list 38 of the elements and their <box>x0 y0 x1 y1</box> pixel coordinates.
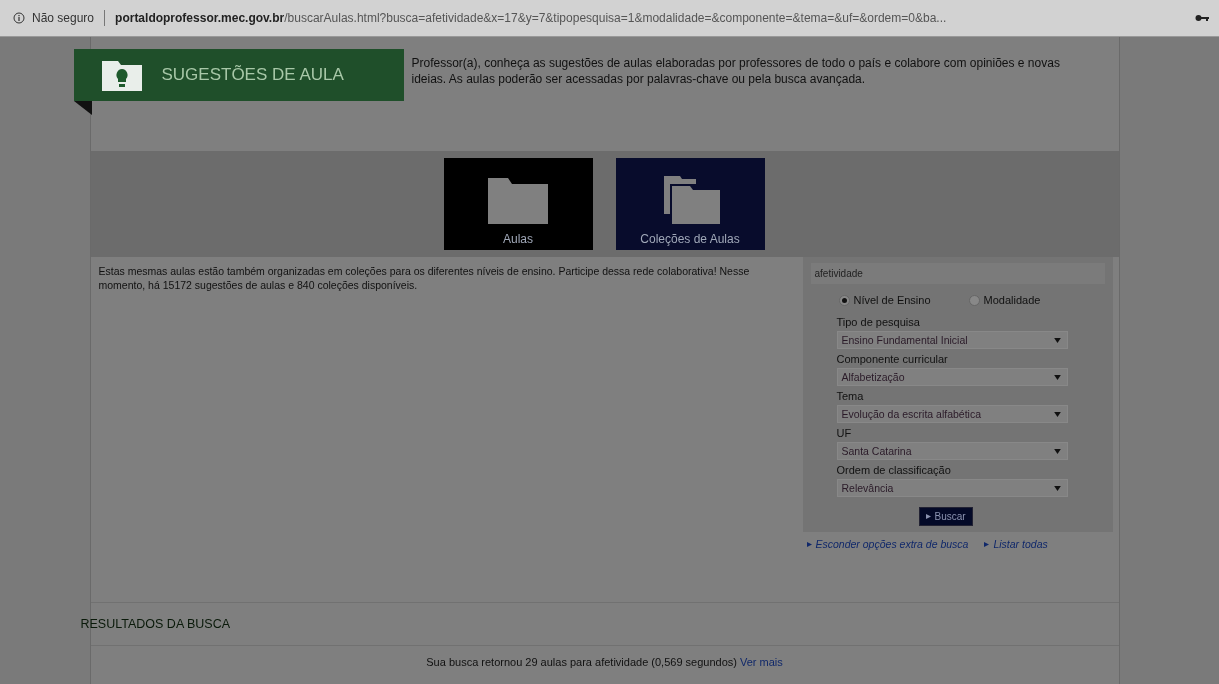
field-label: Tipo de pesquisa <box>836 316 920 328</box>
key-icon[interactable] <box>1195 14 1209 22</box>
bullet-icon <box>984 542 990 547</box>
caret-icon <box>1053 374 1061 380</box>
dropdown[interactable]: Ensino Fundamental Inicial <box>836 331 1068 349</box>
search-field[interactable]: afetividade <box>810 263 1105 284</box>
search-button[interactable]: Buscar <box>918 507 973 526</box>
folder-icon <box>486 176 550 226</box>
option-link[interactable]: Esconder opções extra de busca <box>806 538 969 550</box>
dropdown[interactable]: Santa Catarina <box>836 442 1068 460</box>
caret-icon <box>1053 448 1061 454</box>
security-label: Não seguro <box>32 11 95 25</box>
banner-title: SUGESTÕES DE AULA <box>161 65 344 85</box>
description-text: Estas mesmas aulas estão também organizadas em coleções para os diferentes níveis de ensino. Participe dessa rede colaborativa! Nesse momento, há 15172 sugestões de aulas e 840 coleções disponíveis. <box>98 264 751 293</box>
intro-text: Professor(a), conheça as sugestões de aulas elaboradas por professores de todo o país e colabore com opiniões e novas ideias. As aulas poderão ser acessadas por palavras-chave ou pela busca avançada. <box>411 55 1061 87</box>
play-icon <box>925 514 931 519</box>
category-tile[interactable]: Coleções de Aulas <box>615 158 765 250</box>
banner-fold-icon <box>73 101 92 115</box>
option-link[interactable]: Listar todas <box>984 538 1048 550</box>
radio-option[interactable]: Modalidade <box>968 294 1041 306</box>
field-label: Tema <box>836 390 864 402</box>
dropdown[interactable]: Relevância <box>836 479 1068 497</box>
caret-icon <box>1053 337 1061 343</box>
bullet-icon <box>806 542 812 547</box>
field-label: Componente curricular <box>836 353 948 365</box>
field-label: Ordem de classificação <box>836 464 951 476</box>
url-text[interactable]: portaldoprofessor.mec.gov.br/buscarAulas.html?busca=afetividade&x=17&y=7&tipopesquisa=1&modalidade=&componente=&tema=&uf=&ordem=0&ba... <box>115 11 1188 25</box>
field-label: UF <box>836 427 852 439</box>
dropdown[interactable]: Alfabetização <box>836 368 1068 386</box>
caret-icon <box>1053 411 1061 417</box>
results-summary: Sua busca retornou 29 aulas para afetividade (0,569 segundos) <box>426 656 737 668</box>
more-link[interactable]: Ver mais <box>739 656 783 668</box>
info-icon[interactable] <box>13 12 25 24</box>
category-tile[interactable]: Aulas <box>443 158 593 250</box>
dropdown[interactable]: Evolução da escrita alfabética <box>836 405 1068 423</box>
radio-option[interactable]: Nível de Ensino <box>838 294 931 306</box>
caret-icon <box>1053 485 1061 491</box>
results-heading: RESULTADOS DA BUSCA <box>80 617 231 631</box>
